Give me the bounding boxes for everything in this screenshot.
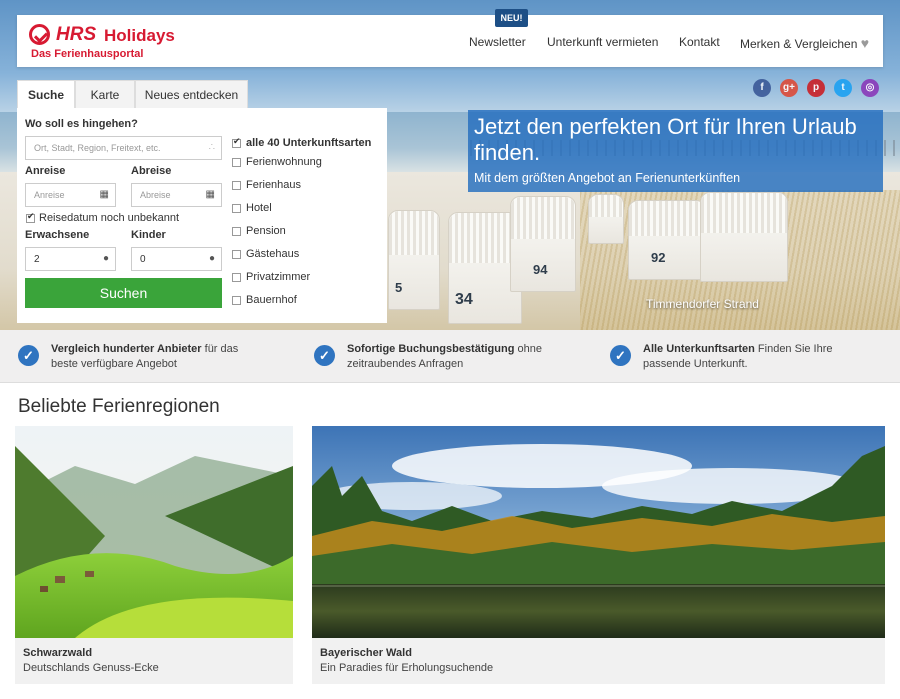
region-card-bayerischer-wald[interactable]: Bayerischer Wald Ein Paradies für Erholu… bbox=[312, 426, 885, 684]
type-checkbox[interactable] bbox=[232, 227, 241, 236]
logo-product[interactable]: Holidays bbox=[104, 26, 175, 46]
type-checkbox[interactable] bbox=[232, 273, 241, 282]
type-checkbox[interactable] bbox=[232, 296, 241, 305]
beach-chair: 5 bbox=[388, 210, 440, 310]
type-checkbox-all[interactable] bbox=[232, 136, 241, 148]
logo-tagline: Das Ferienhausportal bbox=[31, 48, 144, 60]
beach-chair: 94 bbox=[510, 196, 576, 292]
region-image-schwarzwald[interactable] bbox=[15, 426, 293, 638]
pinterest-icon[interactable]: p bbox=[807, 79, 825, 97]
benefits-bar: ✓ Vergleich hunderter Anbieter für das b… bbox=[0, 330, 900, 383]
region-title[interactable]: Schwarzwald bbox=[23, 647, 92, 659]
region-subtitle: Deutschlands Genuss-Ecke bbox=[23, 662, 159, 674]
calendar-icon[interactable]: ▦ bbox=[100, 184, 109, 206]
benefit-item: Vergleich hunderter Anbieter für das bes… bbox=[51, 343, 239, 370]
tab-map[interactable]: Karte bbox=[75, 80, 135, 108]
type-label[interactable]: Ferienwohnung bbox=[246, 156, 322, 168]
region-image-schwarzwald-art bbox=[15, 426, 293, 638]
beach-chair bbox=[700, 192, 788, 282]
person-icon: ● bbox=[102, 253, 109, 264]
calendar-icon[interactable]: ▦ bbox=[206, 184, 215, 206]
facebook-icon[interactable]: f bbox=[753, 79, 771, 97]
date-unknown-checkbox[interactable] bbox=[26, 211, 35, 223]
departure-label: Abreise bbox=[131, 165, 172, 177]
checkmark-icon: ✓ bbox=[610, 345, 631, 366]
search-button[interactable]: Suchen bbox=[25, 278, 222, 308]
checkmark-icon: ✓ bbox=[18, 345, 39, 366]
children-select[interactable]: 0 ● bbox=[131, 247, 222, 271]
children-label: Kinder bbox=[131, 229, 166, 241]
arrival-label: Anreise bbox=[25, 165, 66, 177]
type-label-all[interactable]: alle 40 Unterkunftsarten bbox=[246, 137, 371, 149]
arrival-placeholder: Anreise bbox=[34, 190, 65, 200]
benefit-item: Sofortige Buchungsbestätigung ohne zeitr… bbox=[347, 343, 542, 370]
header-bar: HRS Holidays Das Ferienhausportal NEU! N… bbox=[17, 9, 883, 67]
region-title[interactable]: Bayerischer Wald bbox=[320, 647, 412, 659]
hero-subline: Mit dem größten Angebot an Ferienunterkü… bbox=[474, 171, 741, 185]
type-checkbox[interactable] bbox=[232, 181, 241, 190]
adults-value: 2 bbox=[34, 254, 40, 265]
nav-rent-out[interactable]: Unterkunft vermieten bbox=[547, 35, 658, 49]
person-icon: ● bbox=[208, 253, 215, 264]
tab-discover[interactable]: Neues entdecken bbox=[135, 80, 248, 108]
type-label[interactable]: Privatzimmer bbox=[246, 271, 310, 283]
heart-icon: ♥ bbox=[860, 35, 870, 51]
nav-compare[interactable]: Merken & Vergleichen ♥ bbox=[740, 35, 869, 51]
region-card-schwarzwald[interactable]: Schwarzwald Deutschlands Genuss-Ecke bbox=[15, 426, 293, 684]
checkmark-icon: ✓ bbox=[314, 345, 335, 366]
hero-headline-box: Jetzt den perfekten Ort für Ihren Urlaub… bbox=[468, 110, 883, 192]
hrs-logo-icon[interactable] bbox=[29, 24, 50, 45]
type-checkbox[interactable] bbox=[232, 250, 241, 259]
adults-select[interactable]: 2 ● bbox=[25, 247, 116, 271]
destination-input[interactable]: Ort, Stadt, Region, Freitext, etc. ∴ bbox=[25, 136, 222, 160]
type-checkbox[interactable] bbox=[232, 204, 241, 213]
hero-headline: Jetzt den perfekten Ort für Ihren Urlaub… bbox=[474, 114, 857, 165]
region-image-bayerischer-wald[interactable] bbox=[312, 426, 885, 638]
tab-search[interactable]: Suche bbox=[17, 80, 75, 108]
twitter-icon[interactable]: t bbox=[834, 79, 852, 97]
type-label[interactable]: Pension bbox=[246, 225, 286, 237]
beach-chair bbox=[588, 194, 624, 244]
benefit-item: Alle Unterkunftsarten Finden Sie Ihre pa… bbox=[643, 343, 833, 370]
nav-contact[interactable]: Kontakt bbox=[679, 35, 720, 49]
logo-brand[interactable]: HRS bbox=[56, 24, 96, 46]
type-checkbox[interactable] bbox=[232, 158, 241, 167]
destination-placeholder: Ort, Stadt, Region, Freitext, etc. bbox=[34, 143, 161, 153]
section-title-regions: Beliebte Ferienregionen bbox=[18, 396, 220, 417]
arrival-date-input[interactable]: Anreise ▦ bbox=[25, 183, 116, 207]
nav-newsletter[interactable]: Newsletter bbox=[469, 35, 526, 49]
destination-label: Wo soll es hingehen? bbox=[25, 118, 138, 130]
google-plus-icon[interactable]: g+ bbox=[780, 79, 798, 97]
adults-label: Erwachsene bbox=[25, 229, 90, 241]
new-badge: NEU! bbox=[495, 9, 528, 27]
type-label[interactable]: Bauernhof bbox=[246, 294, 297, 306]
type-label[interactable]: Ferienhaus bbox=[246, 179, 301, 191]
departure-date-input[interactable]: Abreise ▦ bbox=[131, 183, 222, 207]
instagram-icon[interactable]: ◎ bbox=[861, 79, 879, 97]
type-label[interactable]: Gästehaus bbox=[246, 248, 299, 260]
children-value: 0 bbox=[140, 254, 146, 265]
departure-placeholder: Abreise bbox=[140, 190, 171, 200]
search-panel: Wo soll es hingehen? Ort, Stadt, Region,… bbox=[17, 108, 387, 323]
clear-icon[interactable]: ∴ bbox=[209, 137, 215, 159]
region-subtitle: Ein Paradies für Erholungsuchende bbox=[320, 662, 494, 674]
hero-location-caption: Timmendorfer Strand bbox=[646, 297, 759, 311]
region-image-bayerischer-wald-art bbox=[312, 426, 885, 638]
type-label[interactable]: Hotel bbox=[246, 202, 272, 214]
nav-compare-label: Merken & Vergleichen bbox=[740, 37, 858, 51]
date-unknown-label[interactable]: Reisedatum noch unbekannt bbox=[39, 212, 179, 224]
beach-chair: 92 bbox=[628, 200, 706, 280]
